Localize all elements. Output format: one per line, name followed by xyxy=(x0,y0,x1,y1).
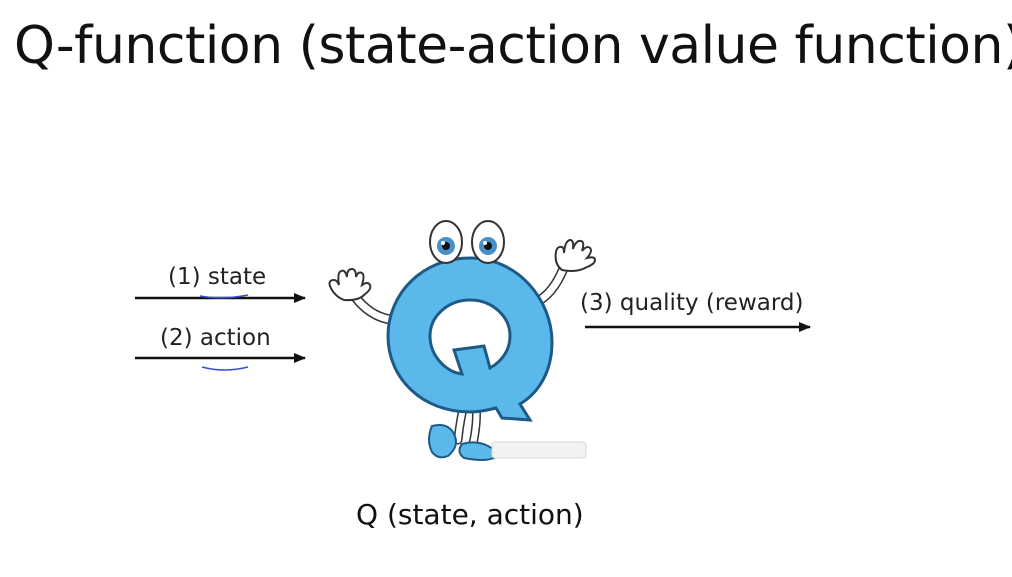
action-underline-mark xyxy=(201,366,249,371)
clipart-watermark xyxy=(491,441,587,459)
q-caption: Q (state, action) xyxy=(356,498,584,531)
left-shoe-icon xyxy=(428,424,457,459)
q-character-illustration xyxy=(328,220,597,461)
right-shoe-icon xyxy=(458,441,497,461)
right-hand-icon xyxy=(554,238,597,272)
left-hand-icon xyxy=(328,267,372,302)
action-label: (2) action xyxy=(160,325,271,351)
diagram-canvas xyxy=(135,220,811,461)
quality-label: (3) quality (reward) xyxy=(580,290,804,316)
state-label: (1) state xyxy=(168,264,267,290)
